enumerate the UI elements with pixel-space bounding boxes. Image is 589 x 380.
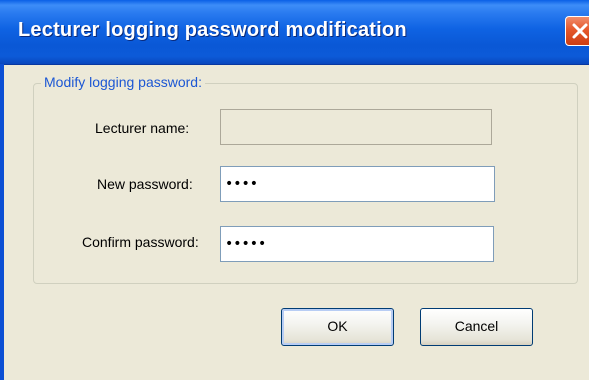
lecturer-name-field[interactable] — [220, 109, 492, 145]
window-frame-left — [0, 64, 4, 380]
cancel-button[interactable]: Cancel — [420, 308, 533, 346]
confirm-password-label: Confirm password: — [82, 234, 199, 250]
ok-button[interactable]: OK — [281, 308, 394, 346]
confirm-password-field[interactable] — [220, 226, 494, 262]
new-password-field[interactable] — [220, 166, 495, 202]
close-button[interactable] — [565, 16, 589, 46]
window-title: Lecturer logging password modification — [18, 19, 407, 41]
lecturer-name-label: Lecturer name: — [95, 120, 190, 136]
new-password-label: New password: — [97, 176, 193, 192]
groupbox-legend: Modify logging password: — [41, 73, 205, 91]
dialog-window: Lecturer logging password modification M… — [0, 0, 589, 380]
close-icon — [572, 23, 588, 39]
title-bar[interactable]: Lecturer logging password modification — [0, 0, 589, 65]
